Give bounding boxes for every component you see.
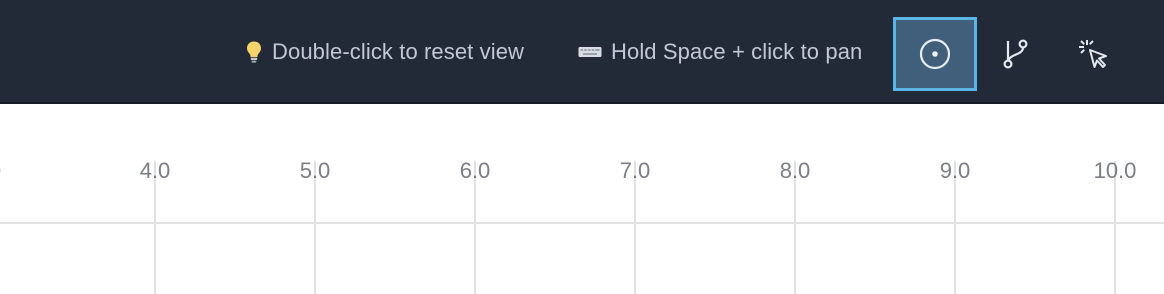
axis-tick-label: 7.0 [619, 158, 651, 183]
axis-tick-label: 0 [0, 158, 35, 184]
center-view-button[interactable] [893, 17, 977, 91]
pan-hint: Hold Space + click to pan [578, 36, 862, 68]
axis-tick-label: 10.0 [1093, 158, 1137, 183]
select-pointer-icon [1078, 38, 1110, 70]
keyboard-icon [578, 44, 602, 60]
axis-tick-label: 8.0 [779, 158, 811, 183]
axis-baseline [0, 222, 1164, 224]
branch-tool-button[interactable] [974, 17, 1058, 91]
top-toolbar: Double-click to reset view Hold Space + … [0, 0, 1164, 104]
canvas-view: Double-click to reset view Hold Space + … [0, 0, 1164, 294]
reset-view-hint-text: Double-click to reset view [272, 39, 525, 64]
axis-tick-label: 9.0 [939, 158, 971, 183]
reset-view-hint: Double-click to reset view [245, 36, 524, 68]
axis-tick-label: 4.0 [139, 158, 171, 183]
branch-icon [1001, 38, 1031, 70]
select-tool-button[interactable] [1052, 17, 1136, 91]
lightbulb-icon [245, 40, 263, 64]
center-target-icon [918, 37, 952, 71]
pan-hint-text: Hold Space + click to pan [611, 39, 863, 64]
axis-tick-label: 5.0 [299, 158, 331, 183]
timeline-axis: 0 4.0 5.0 6.0 7.0 8.0 9.0 10.0 [0, 106, 1164, 294]
axis-tick-label: 6.0 [459, 158, 491, 183]
